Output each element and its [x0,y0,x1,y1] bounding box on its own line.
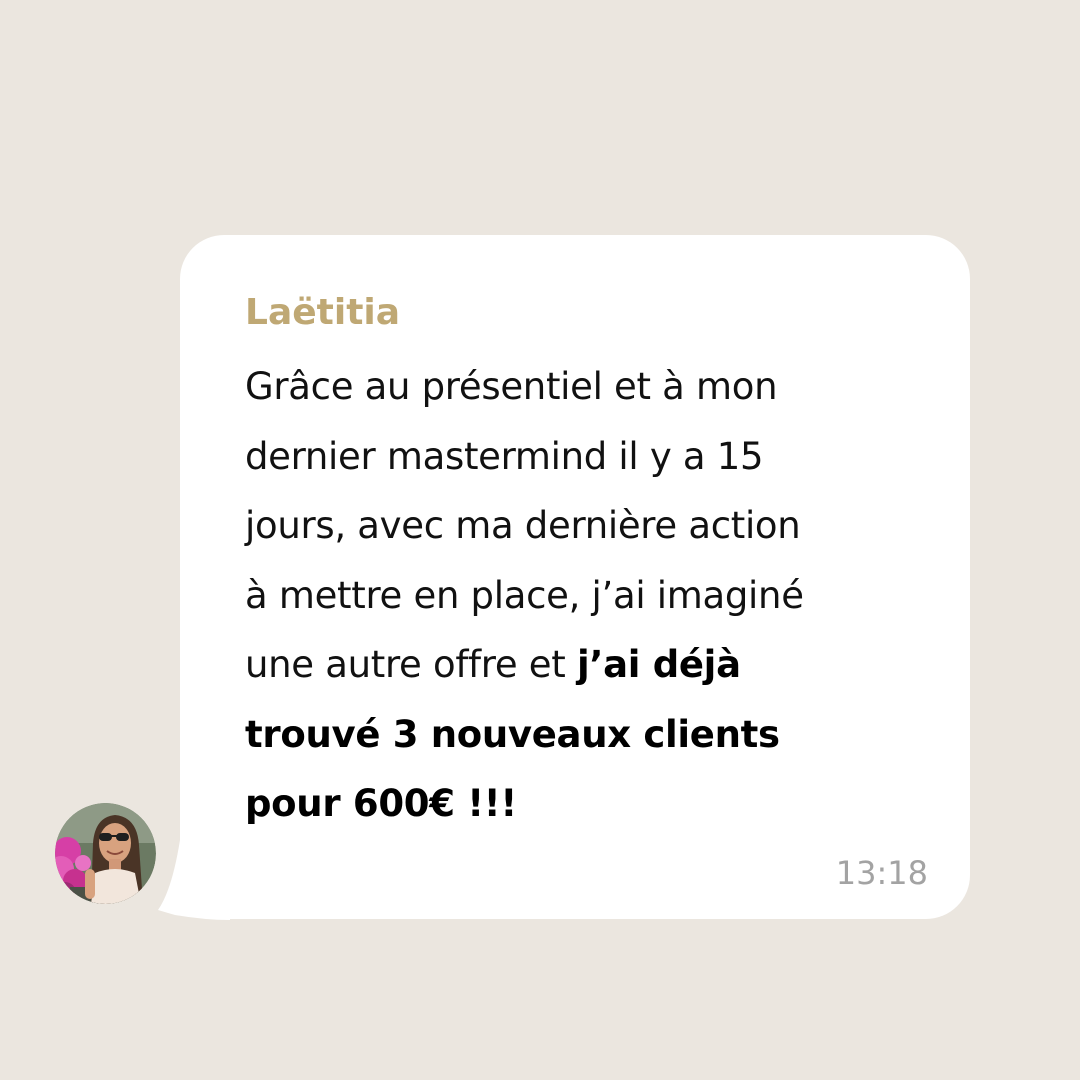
sender-name: Laëtitia [245,292,401,333]
message-line-5-bold: j’ai déjà [576,643,741,686]
message-line-3: jours, avec ma dernière action [245,504,801,547]
user-photo-avatar-icon [55,803,156,904]
message-bubble: Laëtitia Grâce au présentiel et à mon de… [180,235,970,919]
message-line-5: une autre offre et j’ai déjà [245,630,935,700]
message-line-7-bold: pour 600€ !!! [245,782,517,825]
message-text: Grâce au présentiel et à mon dernier mas… [245,352,935,839]
message-line-5-normal: une autre offre et [245,643,577,686]
message-line-6: trouvé 3 nouveaux clients [245,700,935,770]
message-line-2: dernier mastermind il y a 15 [245,434,764,478]
message-line-6-bold: trouvé 3 nouveaux clients [245,712,780,756]
message-line-7: pour 600€ !!! [245,769,935,839]
message-timestamp: 13:18 [835,854,928,892]
message-line-4: à mettre en place, j’ai imaginé [245,573,804,617]
sender-avatar[interactable] [55,803,156,904]
message-line-1: Grâce au présentiel et à mon [245,365,778,408]
